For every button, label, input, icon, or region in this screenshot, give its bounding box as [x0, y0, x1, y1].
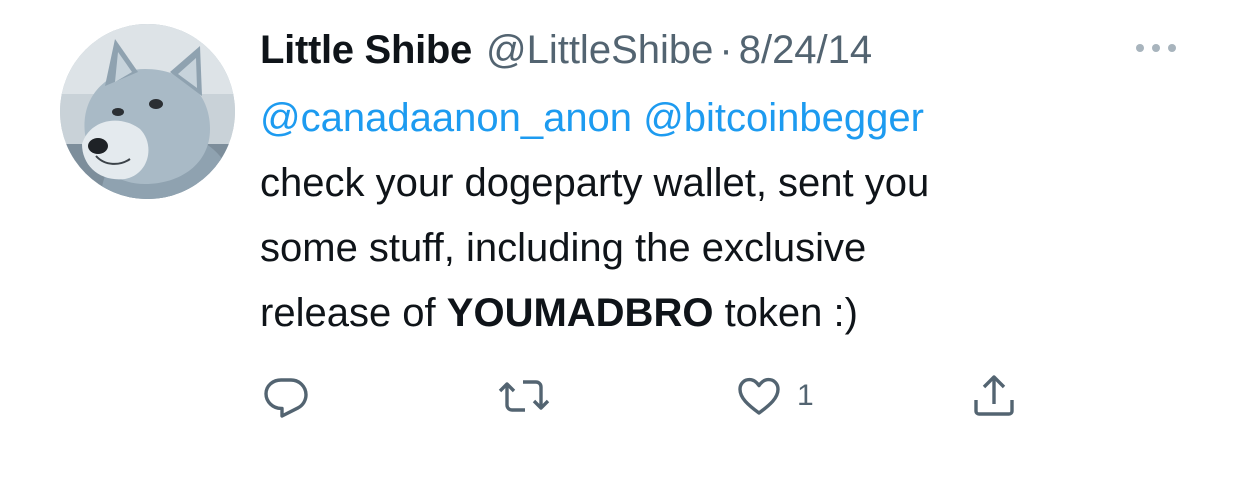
separator-dot: ·: [719, 27, 733, 72]
display-name[interactable]: Little Shibe: [260, 28, 472, 73]
like-button[interactable]: 1: [735, 368, 814, 424]
doge-avatar-icon: [60, 24, 235, 199]
retweet-button[interactable]: [497, 368, 551, 424]
more-options-button[interactable]: [1128, 30, 1184, 66]
text-line: some stuff, including the exclusive: [260, 226, 867, 270]
action-bar: 1: [0, 368, 1242, 428]
avatar[interactable]: [60, 24, 235, 199]
mentions-line: @canadaanon_anon @bitcoinbegger: [260, 86, 1160, 151]
reply-icon: [264, 378, 308, 418]
text-line: release of YOUMADBRO token :): [260, 281, 1160, 346]
share-icon: [974, 375, 1014, 416]
tweet[interactable]: Little Shibe @LittleShibe · 8/24/14 @can…: [0, 0, 1242, 504]
share-button[interactable]: [970, 368, 1018, 424]
mention-link[interactable]: @canadaanon_anon: [260, 96, 632, 140]
user-handle[interactable]: @LittleShibe: [486, 28, 713, 73]
tweet-text: @canadaanon_anon @bitcoinbegger check yo…: [260, 86, 1160, 346]
reply-button[interactable]: [262, 368, 310, 424]
heart-icon: [738, 377, 780, 415]
mention-link[interactable]: @bitcoinbegger: [643, 96, 924, 140]
like-count: 1: [797, 379, 814, 412]
tweet-date[interactable]: 8/24/14: [739, 28, 872, 73]
text-line: check your dogeparty wallet, sent you: [260, 161, 930, 205]
retweet-icon: [498, 380, 550, 412]
text-fragment: release of: [260, 291, 447, 335]
token-name: YOUMADBRO: [446, 291, 714, 335]
tweet-header: Little Shibe @LittleShibe · 8/24/14: [260, 22, 872, 78]
text-fragment: token :): [713, 291, 858, 335]
more-icon: [1136, 44, 1176, 52]
